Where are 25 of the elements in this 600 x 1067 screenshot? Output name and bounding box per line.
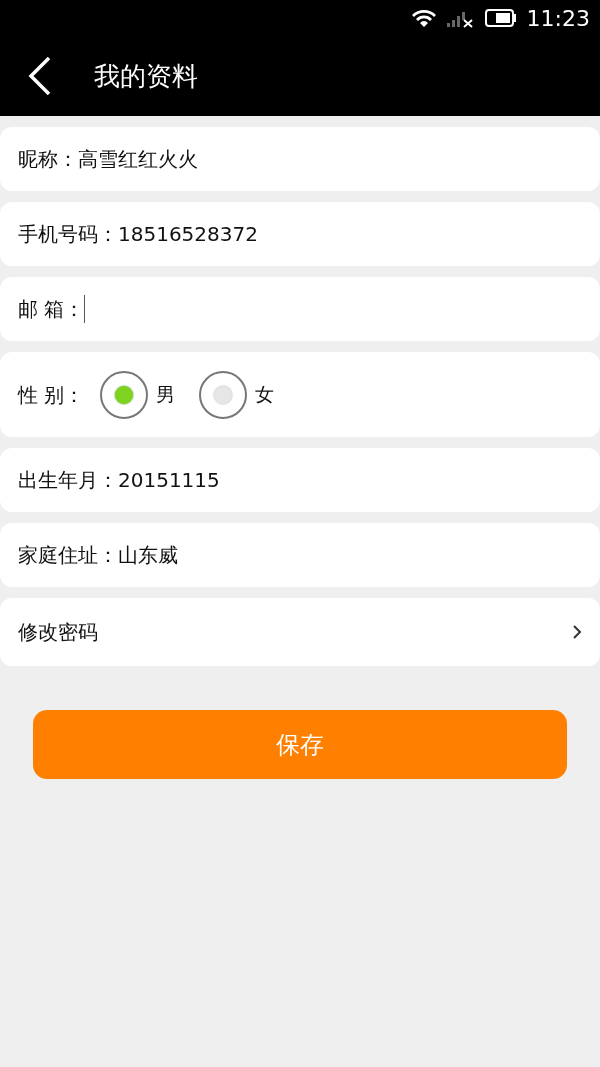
form-field[interactable]: 昵称：高雪红红火火 <box>0 127 600 191</box>
field-label: 性 别： <box>18 381 85 409</box>
link-label: 修改密码 <box>18 619 98 646</box>
form-field[interactable]: 家庭住址：山东威 <box>0 523 600 587</box>
field-label: 家庭住址： <box>18 542 118 569</box>
form-field[interactable]: 手机号码：18516528372 <box>0 202 600 266</box>
field-label: 出生年月： <box>18 467 118 494</box>
wifi-icon <box>410 8 437 28</box>
radio-label: 男 <box>156 382 176 408</box>
page-title: 我的资料 <box>94 59 198 93</box>
change-password-link[interactable]: 修改密码 <box>0 598 600 666</box>
field-label: 昵称： <box>18 146 78 173</box>
input-field[interactable]: 高雪红红火火 <box>78 144 582 174</box>
input-field[interactable]: 山东威 <box>118 540 582 570</box>
input-field[interactable]: 18516528372 <box>118 219 582 249</box>
form-field[interactable]: 出生年月：20151115 <box>0 448 600 512</box>
battery-icon <box>484 9 517 27</box>
radio-label: 女 <box>255 382 275 408</box>
field-label: 邮 箱： <box>18 296 85 323</box>
field-label: 手机号码： <box>18 221 118 248</box>
form-field[interactable]: 邮 箱： <box>0 277 600 341</box>
input-field[interactable]: 20151115 <box>118 465 582 495</box>
chevron-right-icon <box>572 624 582 640</box>
status-time: 11:23 <box>526 4 590 33</box>
back-icon <box>27 56 51 96</box>
